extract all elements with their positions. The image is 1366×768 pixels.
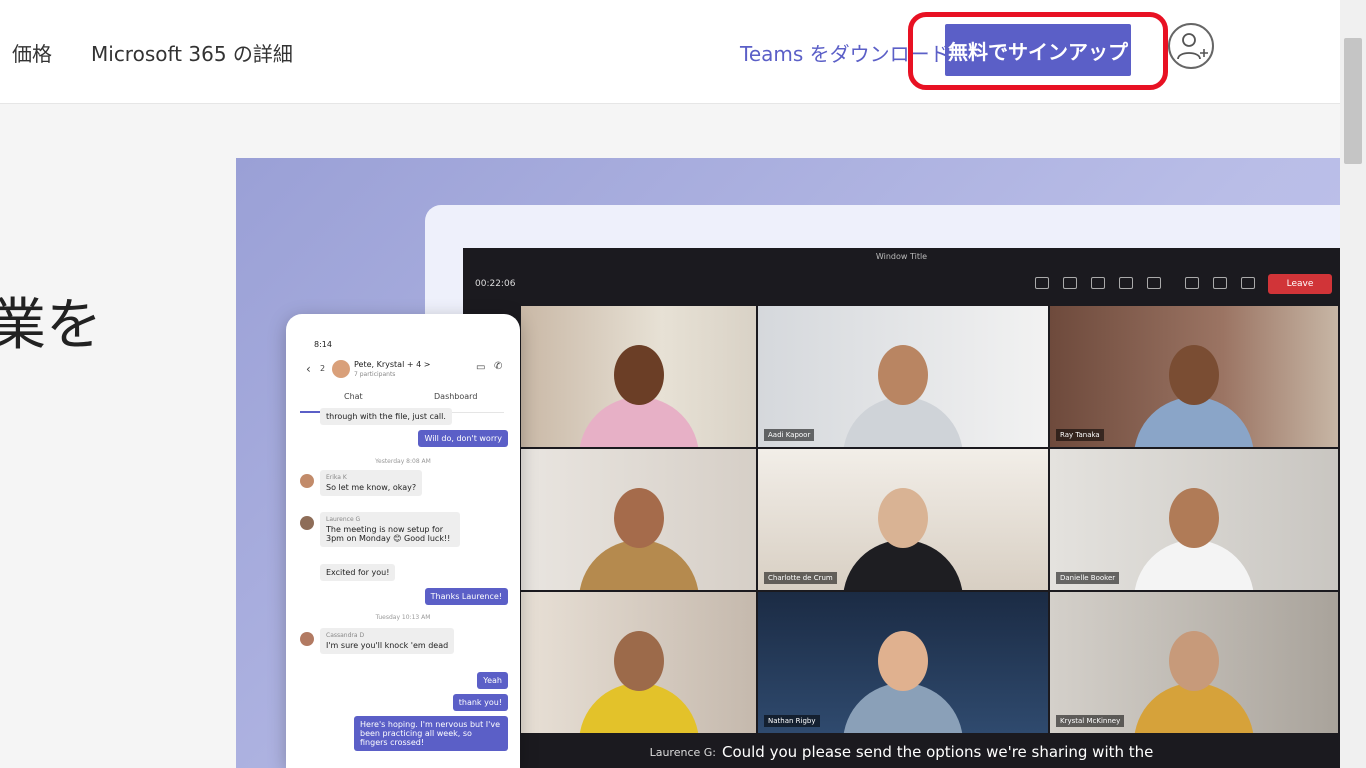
- chat-message-received: Laurence G The meeting is now setup for …: [320, 512, 460, 547]
- chat-message: through with the file, just call.: [320, 408, 452, 425]
- chat-message-sent: Thanks Laurence!: [424, 588, 508, 605]
- raise-hand-icon[interactable]: [1063, 277, 1077, 289]
- video-tile: [521, 592, 756, 733]
- avatar: [300, 632, 314, 646]
- sender-name: Cassandra D: [326, 632, 365, 639]
- video-grid: Aadi Kapoor Ray Tanaka Charlotte de Crum…: [521, 306, 1338, 736]
- chat-date-separator: Tuesday 10:13 AM: [375, 614, 431, 621]
- live-caption: Laurence G: Could you please send the op…: [463, 736, 1340, 768]
- chat-message-sent: Will do, don't worry: [418, 430, 508, 447]
- back-count: 2: [320, 364, 326, 373]
- chat-icon[interactable]: [1091, 277, 1105, 289]
- nav-pricing-link[interactable]: 価格: [12, 38, 52, 67]
- participant-name: Ray Tanaka: [1056, 429, 1104, 441]
- avatar: [300, 516, 314, 530]
- share-screen-icon[interactable]: [1241, 277, 1255, 289]
- caption-text: Could you please send the options we're …: [721, 743, 1154, 761]
- phone-call-icon: ✆: [494, 361, 503, 372]
- participants-icon[interactable]: [1035, 277, 1049, 289]
- top-nav: 価格 Microsoft 365 の詳細 Teams をダウンロード 無料でサイ…: [0, 0, 1340, 104]
- chat-messages: through with the file, just call. Will d…: [296, 408, 510, 768]
- participant-name: Charlotte de Crum: [764, 572, 837, 584]
- phone-status-time: 8:14: [314, 340, 332, 349]
- avatar: [300, 474, 314, 488]
- scrollbar-thumb[interactable]: [1344, 38, 1362, 164]
- teams-meeting-window: Window Title 00:22:06 Leave Aadi Kapoor …: [463, 248, 1340, 768]
- window-title: Window Title: [875, 251, 928, 261]
- message-text: The meeting is now setup for 3pm on Mond…: [326, 525, 451, 543]
- chat-message-received: Erika K So let me know, okay?: [320, 470, 423, 496]
- camera-icon[interactable]: [1185, 277, 1199, 289]
- page-scrollbar[interactable]: [1340, 0, 1366, 768]
- tab-chat: Chat: [344, 392, 363, 401]
- chat-message-received: Excited for you!: [320, 564, 396, 581]
- video-tile: Danielle Booker: [1050, 449, 1338, 590]
- hero-heading: 業を: [0, 293, 102, 358]
- chat-message-sent: Here's hoping. I'm nervous but I've been…: [354, 716, 508, 751]
- reactions-icon[interactable]: [1119, 277, 1133, 289]
- participant-name: Aadi Kapoor: [764, 429, 815, 441]
- video-call-icon: ▭: [476, 362, 486, 373]
- chat-title: Pete, Krystal + 4 >: [354, 360, 431, 369]
- sender-name: Laurence G: [326, 516, 361, 523]
- highlight-annotation: [908, 12, 1168, 90]
- group-avatar: [332, 360, 350, 378]
- tab-dashboard: Dashboard: [434, 392, 478, 401]
- more-options-icon[interactable]: [1147, 277, 1161, 289]
- chat-message-sent: Yeah: [477, 672, 508, 689]
- chat-message-received: Cassandra D I'm sure you'll knock 'em de…: [320, 628, 455, 654]
- video-tile: Charlotte de Crum: [758, 449, 1048, 590]
- sender-name: Erika K: [326, 474, 347, 481]
- video-tile: Aadi Kapoor: [758, 306, 1048, 447]
- back-icon: ‹: [306, 362, 311, 376]
- participant-name: Krystal McKinney: [1056, 715, 1125, 727]
- leave-button[interactable]: Leave: [1268, 274, 1332, 294]
- phone-chat-mockup: 8:14 ‹ 2 Pete, Krystal + 4 > 7 participa…: [286, 314, 520, 768]
- video-tile: Nathan Rigby: [758, 592, 1048, 733]
- video-tile: [521, 449, 756, 590]
- chat-header: ‹ 2 Pete, Krystal + 4 > 7 participants ▭…: [306, 356, 506, 386]
- video-tile: Ray Tanaka: [1050, 306, 1338, 447]
- caption-speaker: Laurence G:: [649, 745, 716, 759]
- chat-message-sent: thank you!: [452, 694, 508, 711]
- video-tile: [521, 306, 756, 447]
- person-add-icon[interactable]: [1168, 23, 1214, 69]
- meeting-timer: 00:22:06: [475, 279, 516, 289]
- participant-name: Nathan Rigby: [764, 715, 820, 727]
- video-tile: Krystal McKinney: [1050, 592, 1338, 733]
- chat-subtitle: 7 participants: [354, 371, 396, 378]
- chat-date-separator: Yesterday 8:08 AM: [375, 458, 431, 465]
- meeting-toolbar: 00:22:06 Leave: [463, 268, 1340, 300]
- participant-name: Danielle Booker: [1056, 572, 1120, 584]
- nav-m365-details-link[interactable]: Microsoft 365 の詳細: [91, 38, 293, 67]
- microphone-icon[interactable]: [1213, 277, 1227, 289]
- message-text: So let me know, okay?: [326, 483, 417, 492]
- message-text: I'm sure you'll knock 'em dead: [326, 641, 449, 650]
